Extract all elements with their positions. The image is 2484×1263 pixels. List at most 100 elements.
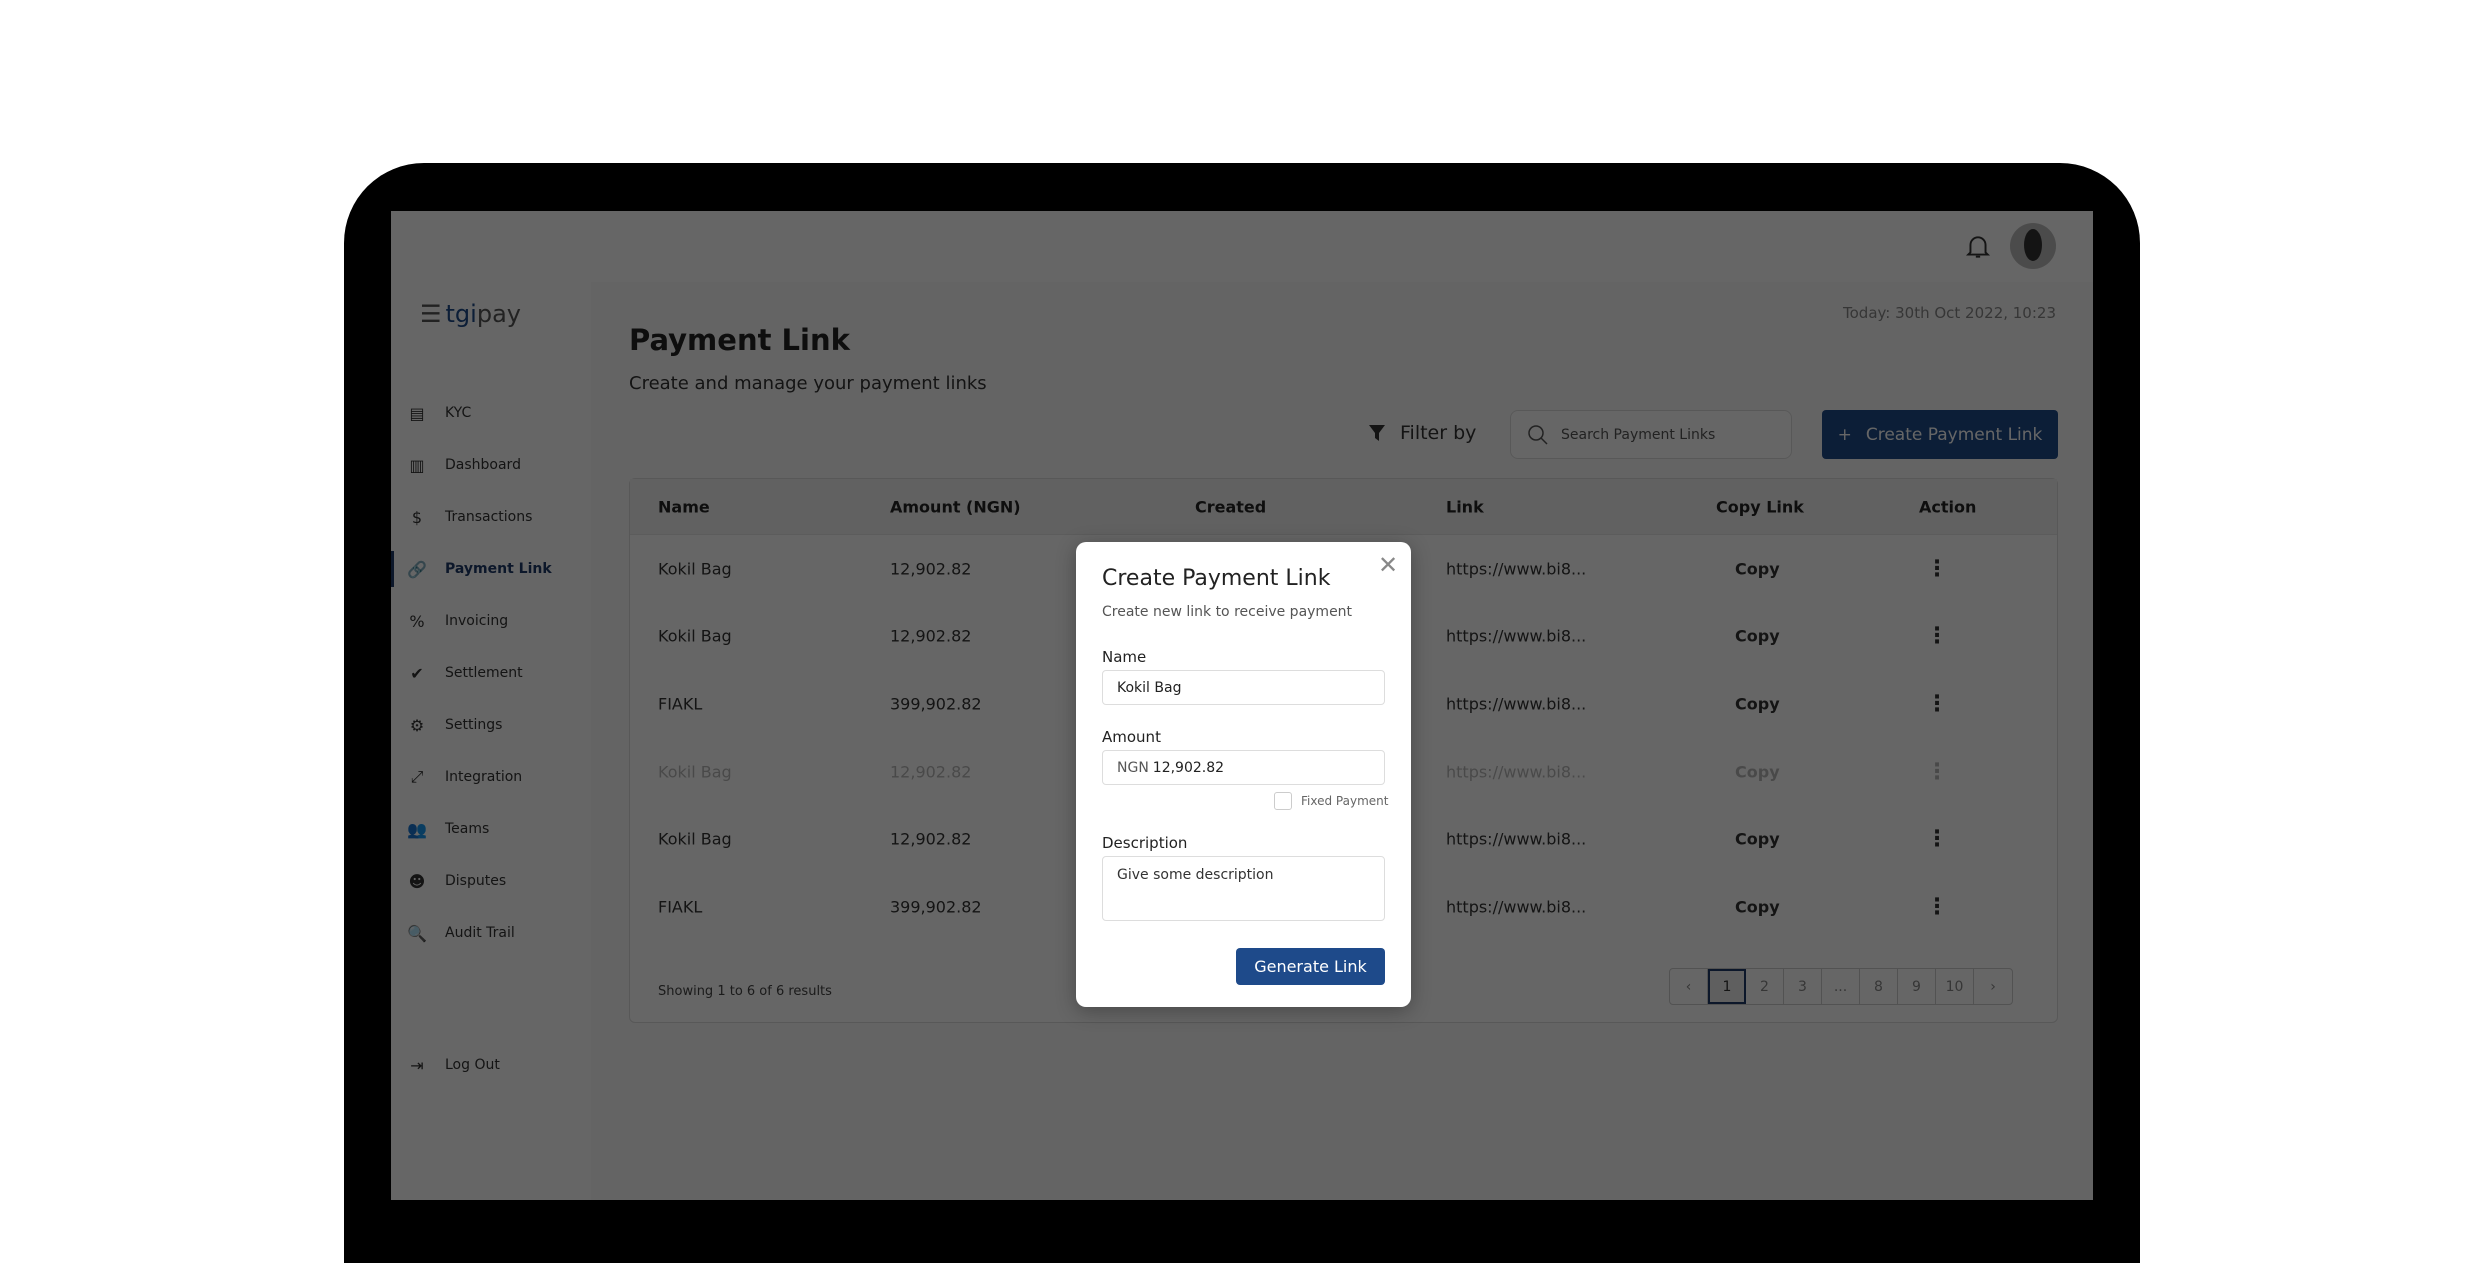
page-button[interactable]: › (1974, 969, 2012, 1004)
copy-link-button[interactable]: Copy (1735, 762, 1780, 781)
description-placeholder: Give some description (1117, 867, 1274, 883)
more-actions-icon[interactable]: ⋮ (1926, 827, 1948, 852)
invoice-percent-icon: % (409, 611, 425, 631)
cell-amount: 399,902.82 (890, 897, 982, 917)
cell-link[interactable]: https://www.bi8... (1446, 627, 1586, 646)
sidebar-item-integration[interactable]: ⤢ Integration (391, 751, 591, 803)
file-search-icon: 🔍 (407, 923, 427, 943)
cell-amount: 12,902.82 (890, 762, 972, 782)
sidebar-item-label: Teams (445, 821, 490, 837)
page-button[interactable]: 9 (1898, 969, 1936, 1004)
sidebar-item-settings[interactable]: ⚙ Settings (391, 699, 591, 751)
more-actions-icon[interactable]: ⋮ (1926, 556, 1948, 581)
more-actions-icon[interactable]: ⋮ (1926, 759, 1948, 784)
page-button[interactable]: 1 (1708, 969, 1746, 1004)
page-button[interactable]: 8 (1860, 969, 1898, 1004)
description-textarea[interactable]: Give some description (1102, 856, 1385, 921)
cell-link[interactable]: https://www.bi8... (1446, 897, 1586, 916)
results-summary: Showing 1 to 6 of 6 results (658, 984, 832, 999)
cell-amount: 12,902.82 (890, 559, 972, 579)
user-avatar[interactable] (2010, 223, 2056, 269)
page-button[interactable]: 2 (1746, 969, 1784, 1004)
cell-link[interactable]: https://www.bi8... (1446, 762, 1586, 781)
more-actions-icon[interactable]: ⋮ (1926, 624, 1948, 649)
sidebar-item-audit-trail[interactable]: 🔍 Audit Trail (391, 907, 591, 959)
page-button[interactable]: ‹ (1670, 969, 1708, 1004)
cell-name: FIAKL (658, 897, 703, 917)
fixed-payment-checkbox[interactable]: Fixed Payment (1274, 792, 1388, 810)
cell-name: Kokil Bag (658, 559, 732, 579)
copy-link-button[interactable]: Copy (1735, 627, 1780, 646)
create-payment-link-button[interactable]: + Create Payment Link (1822, 410, 2058, 459)
sidebar-item-label: Integration (445, 769, 523, 785)
sidebar-item-label: Dashboard (445, 457, 521, 473)
sidebar: ☰ tgi pay ▤ KYC ▥ Dashboard $ Transactions 🔗 Paym… (391, 282, 591, 1200)
close-icon[interactable]: ✕ (1378, 553, 1398, 577)
checkbox-box[interactable] (1274, 792, 1292, 810)
search-input[interactable]: Search Payment Links (1510, 410, 1792, 459)
sidebar-item-payment-link[interactable]: 🔗 Payment Link (391, 543, 591, 595)
name-label: Name (1102, 648, 1147, 666)
amount-currency: NGN (1117, 759, 1149, 776)
cell-amount: 12,902.82 (890, 829, 972, 849)
notification-bell-icon[interactable] (1965, 233, 1991, 261)
more-actions-icon[interactable]: ⋮ (1926, 691, 1948, 716)
sidebar-item-label: Settlement (445, 665, 523, 681)
sidebar-item-label: Invoicing (445, 613, 509, 629)
copy-link-button[interactable]: Copy (1735, 897, 1780, 916)
filter-button[interactable]: Filter by (1368, 422, 1476, 444)
page-subtitle: Create and manage your payment links (629, 373, 987, 394)
sidebar-item-label: Disputes (445, 873, 507, 889)
column-header: Amount (NGN) (890, 497, 1021, 516)
logo-icon: ☰ (420, 300, 442, 328)
cell-name: FIAKL (658, 694, 703, 714)
logout-button[interactable]: ⇥ Log Out (391, 1039, 500, 1091)
gear-icon: ⚙ (409, 715, 425, 735)
top-bar (391, 211, 2093, 282)
create-payment-link-modal: Create Payment Link Create new link to r… (1076, 542, 1411, 1007)
sidebar-item-invoicing[interactable]: % Invoicing (391, 595, 591, 647)
page-button[interactable]: 10 (1936, 969, 1974, 1004)
description-label: Description (1102, 834, 1188, 852)
generate-link-button[interactable]: Generate Link (1236, 948, 1385, 985)
create-label: Create Payment Link (1865, 424, 2043, 445)
cell-link[interactable]: https://www.bi8... (1446, 559, 1586, 578)
sidebar-nav: ▤ KYC ▥ Dashboard $ Transactions 🔗 Payment Link… (391, 387, 591, 959)
amount-value: 12,902.82 (1152, 759, 1225, 776)
sidebar-item-kyc[interactable]: ▤ KYC (391, 387, 591, 439)
copy-link-button[interactable]: Copy (1735, 694, 1780, 713)
column-header: Created (1195, 497, 1267, 516)
copy-link-button[interactable]: Copy (1735, 559, 1780, 578)
expand-arrows-icon: ⤢ (410, 767, 424, 786)
amount-label: Amount (1102, 728, 1161, 746)
sidebar-item-disputes[interactable]: ☻ Disputes (391, 855, 591, 907)
cell-link[interactable]: https://www.bi8... (1446, 694, 1586, 713)
copy-link-button[interactable]: Copy (1735, 830, 1780, 849)
modal-subtitle: Create new link to receive payment (1102, 604, 1353, 620)
sidebar-item-transactions[interactable]: $ Transactions (391, 491, 591, 543)
more-actions-icon[interactable]: ⋮ (1926, 894, 1948, 919)
column-header: Link (1446, 497, 1484, 516)
page-title: Payment Link (629, 323, 850, 357)
sidebar-item-teams[interactable]: 👥 Teams (391, 803, 591, 855)
sidebar-item-label: KYC (445, 405, 472, 421)
name-input[interactable]: Kokil Bag (1102, 670, 1385, 705)
logo-prefix: tgi (445, 300, 477, 328)
column-header: Action (1919, 497, 1977, 516)
id-card-icon: ▤ (409, 403, 425, 423)
table-header: Name Amount (NGN) Created Link Copy Link Acti… (630, 479, 2057, 535)
sidebar-item-settlement[interactable]: ✔ Settlement (391, 647, 591, 699)
team-icon: 👥 (407, 819, 427, 839)
search-icon (1528, 424, 1548, 445)
amount-input[interactable]: NGN 12,902.82 (1102, 750, 1385, 785)
cell-link[interactable]: https://www.bi8... (1446, 830, 1586, 849)
sidebar-item-dashboard[interactable]: ▥ Dashboard (391, 439, 591, 491)
page-button[interactable]: ... (1822, 969, 1860, 1004)
tgipay-logo: ☰ tgi pay (420, 300, 521, 328)
logout-icon: ⇥ (410, 1055, 424, 1075)
logout-label: Log Out (445, 1057, 500, 1073)
page-button[interactable]: 3 (1784, 969, 1822, 1004)
bar-chart-icon: ▥ (409, 455, 425, 475)
search-placeholder: Search Payment Links (1561, 426, 1716, 443)
face-icon: ☻ (408, 871, 426, 891)
